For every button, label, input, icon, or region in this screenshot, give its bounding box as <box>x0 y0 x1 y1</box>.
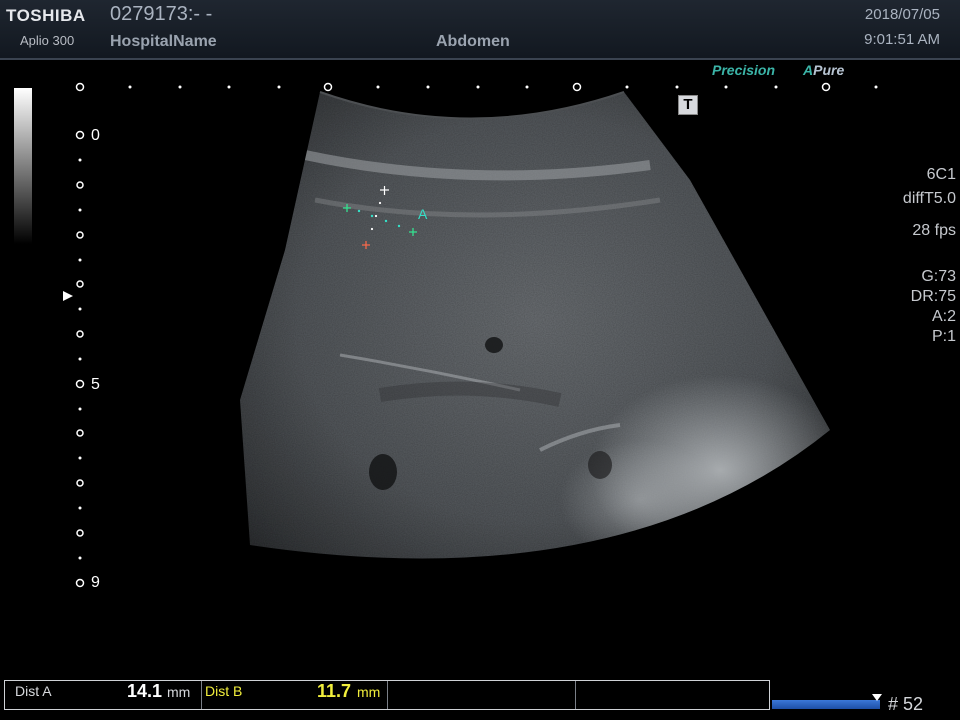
depth-scale <box>75 130 85 588</box>
dist-b-label: Dist B <box>205 683 243 699</box>
depth-label-mid: 5 <box>91 376 100 393</box>
t-icon[interactable]: T <box>678 95 698 115</box>
depth-label-bottom: 9 <box>91 574 100 591</box>
dist-b-value: 11.7 <box>317 681 352 701</box>
probe-name: 6C1 <box>926 166 956 183</box>
frame-number: # 52 <box>888 694 924 714</box>
caliper-label: A <box>418 206 428 222</box>
dist-b-unit: mm <box>357 684 381 700</box>
empty-cell <box>575 681 769 709</box>
dynamic-range-value: DR:75 <box>910 288 956 305</box>
gain-value: G:73 <box>921 268 956 285</box>
ultrasound-image: A <box>63 82 878 588</box>
dist-a-value: 14.1 <box>127 681 163 701</box>
empty-cell <box>387 681 576 709</box>
focus-marker-icon[interactable] <box>63 291 73 301</box>
frame-marker-icon[interactable] <box>872 694 882 701</box>
a-value: A:2 <box>931 308 956 325</box>
sector-scan <box>240 92 830 559</box>
p-value: P:1 <box>931 328 956 345</box>
dist-a-unit: mm <box>167 684 191 700</box>
lateral-scale <box>75 82 878 92</box>
dist-a-label: Dist A <box>15 683 52 699</box>
preset-name: diffT5.0 <box>902 190 956 207</box>
frame-rate: 28 fps <box>912 222 956 239</box>
measurement-bar: Dist A 14.1 mm Dist B 11.7 mm <box>4 680 770 710</box>
dist-b-cell: Dist B 11.7 mm <box>201 681 388 709</box>
depth-label-top: 0 <box>91 127 100 144</box>
dist-a-cell: Dist A 14.1 mm <box>5 681 202 709</box>
cine-progress-bar[interactable] <box>772 700 880 709</box>
